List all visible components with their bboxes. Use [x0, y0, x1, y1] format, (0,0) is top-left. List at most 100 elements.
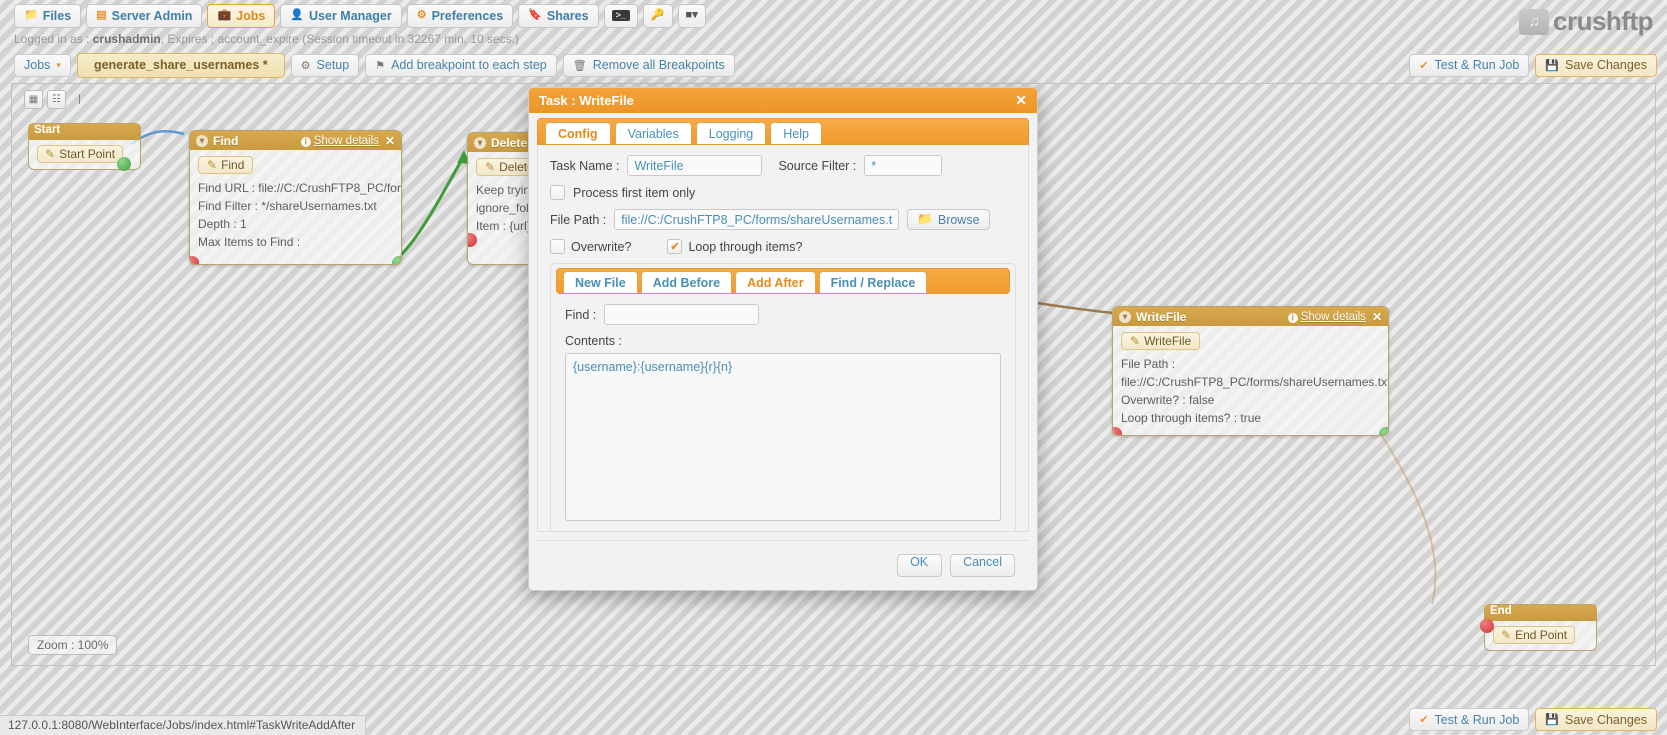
nav-item-files[interactable]: 📁 Files [14, 3, 82, 28]
setup-button[interactable]: ⚙ Setup [290, 53, 360, 77]
server-icon: ▤ [96, 9, 107, 21]
node-chip[interactable]: ✎ Start Point [37, 145, 124, 163]
source-filter-input[interactable] [864, 155, 943, 176]
find-input[interactable] [604, 304, 760, 325]
process-first-checkbox[interactable] [550, 185, 565, 200]
node-title: Start [34, 124, 61, 136]
dialog-titlebar[interactable]: Task : WriteFile ✕ [529, 88, 1037, 113]
jobs-icon: 💼 [217, 9, 232, 21]
bottom-save-changes-button[interactable]: 💾 Save Changes [1535, 708, 1657, 731]
mode-tab-add-after[interactable]: Add After [735, 271, 816, 293]
flow-node-start[interactable]: Start ✎ Start Point [28, 123, 141, 171]
show-details-label: Show details [313, 134, 379, 147]
collapse-icon[interactable]: ▾ [1119, 310, 1131, 323]
node-chip[interactable]: ✎ End Point [1493, 626, 1576, 644]
gear-icon: ⚙ [300, 59, 311, 72]
tab-help[interactable]: Help [770, 122, 822, 144]
test-run-job-label: Test & Run Job [1434, 58, 1520, 72]
mode-tab-find-replace[interactable]: Find / Replace [818, 271, 928, 293]
close-icon[interactable]: ✕ [385, 134, 395, 148]
write-mode-group: New File Add Before Add After Find / Rep… [550, 263, 1016, 531]
nav-item-label: Jobs [236, 8, 266, 23]
contents-textarea[interactable] [565, 353, 1001, 521]
overwrite-checkbox[interactable] [550, 239, 565, 254]
node-output-port[interactable] [1379, 427, 1388, 435]
test-run-job-button[interactable]: ✔ Test & Run Job [1409, 53, 1530, 77]
nav-item-jobs[interactable]: 💼 Jobs [207, 3, 276, 28]
node-chip-label: End Point [1515, 628, 1568, 642]
browse-button[interactable]: 📁 Browse [907, 209, 990, 230]
node-detail-row: Depth : 1 [198, 217, 247, 231]
source-filter-label: Source Filter : [778, 158, 857, 173]
terminal-button[interactable]: >_ [603, 3, 638, 28]
crushftp-logo: ♫ crushftp [1519, 6, 1654, 37]
chevron-down-icon: ▾ [56, 59, 61, 70]
save-changes-label: Save Changes [1564, 58, 1647, 72]
collapse-icon[interactable]: ▾ [474, 136, 486, 149]
nav-item-label: User Manager [309, 8, 392, 23]
mode-tab-new-file[interactable]: New File [563, 271, 638, 293]
save-changes-button[interactable]: 💾 Save Changes [1535, 53, 1657, 77]
close-icon[interactable]: ✕ [1372, 310, 1382, 324]
ok-label: OK [910, 555, 929, 569]
current-job-label: generate_share_usernames * [93, 58, 268, 72]
mode-tab-add-before[interactable]: Add Before [640, 271, 733, 293]
flow-node-end[interactable]: End ✎ End Point [1480, 604, 1597, 651]
file-path-row: File Path : 📁 Browse [550, 209, 1016, 230]
info-icon: i [300, 136, 311, 147]
tab-logging[interactable]: Logging [695, 122, 767, 144]
file-path-input[interactable] [614, 209, 900, 230]
tab-config[interactable]: Config [545, 122, 611, 144]
find-row: Find : [565, 304, 1001, 325]
node-header: ▾ WriteFile i Show details ✕ [1113, 307, 1388, 326]
cancel-button[interactable]: Cancel [950, 554, 1015, 577]
bottom-test-run-job-button[interactable]: ✔ Test & Run Job [1409, 708, 1530, 731]
nav-item-server-admin[interactable]: ▤ Server Admin [86, 3, 203, 28]
flow-node-find[interactable]: ▾ Find i Show details ✕ ✎ Find Find URL :… [189, 130, 402, 265]
folder-open-icon: 📁 [917, 212, 933, 226]
node-input-port[interactable] [1480, 619, 1494, 633]
task-dialog[interactable]: Task : WriteFile ✕ Config Variables Logg… [528, 87, 1038, 591]
add-breakpoints-button[interactable]: ⚑ Add breakpoint to each step [365, 53, 557, 77]
add-breakpoints-label: Add breakpoint to each step [391, 58, 547, 72]
task-name-row: Task Name : Source Filter : [550, 155, 1016, 176]
node-detail-row: Find Filter : */shareUsernames.txt [198, 199, 377, 213]
node-input-port[interactable] [468, 233, 477, 247]
process-first-label: Process first item only [573, 185, 696, 200]
tab-label: Help [783, 126, 809, 141]
loop-through-items-checkbox[interactable] [667, 239, 683, 254]
nav-item-shares[interactable]: 🔖 Shares [518, 3, 599, 28]
file-path-label: File Path : [550, 212, 607, 227]
nav-item-user-manager[interactable]: 👤 User Manager [280, 3, 402, 28]
logout-menu-button[interactable]: ■▾ [677, 3, 706, 28]
folder-icon: 📁 [24, 9, 38, 21]
show-details-link[interactable]: i Show details [1287, 311, 1366, 323]
current-job-tab[interactable]: generate_share_usernames * [76, 52, 285, 78]
play-circle-icon: ✔ [1419, 714, 1429, 726]
node-chip[interactable]: ✎ Find [198, 156, 254, 174]
session-prefix: Logged in as : [14, 32, 90, 46]
layout-icon[interactable]: ☷ [47, 90, 66, 109]
close-icon[interactable]: ✕ [1015, 92, 1027, 109]
config-panel: Task Name : Source Filter : Process firs… [537, 145, 1029, 532]
save-icon: 💾 [1545, 59, 1559, 72]
ok-button[interactable]: OK [897, 554, 943, 577]
tab-variables[interactable]: Variables [614, 122, 692, 144]
node-title: Delete [491, 135, 528, 150]
task-name-input[interactable] [627, 155, 763, 176]
process-first-row: Process first item only [550, 185, 1016, 200]
flow-node-writefile[interactable]: ▾ WriteFile i Show details ✕ ✎ WriteFile … [1112, 306, 1389, 436]
nav-item-preferences[interactable]: ⚙ Preferences [406, 3, 514, 28]
show-details-link[interactable]: i Show details [300, 134, 379, 147]
dialog-title-label: Task : WriteFile [539, 93, 634, 108]
grid-icon[interactable]: ▦ [24, 90, 43, 109]
remove-breakpoints-button[interactable]: 🗑 Remove all Breakpoints [562, 53, 735, 77]
session-user: crushadmin [92, 32, 161, 46]
node-output-port[interactable] [392, 256, 401, 264]
mode-tab-label: Add Before [652, 275, 721, 290]
node-chip[interactable]: ✎ WriteFile [1121, 332, 1201, 350]
node-output-port[interactable] [117, 157, 131, 171]
collapse-icon[interactable]: ▾ [196, 134, 208, 147]
key-button[interactable]: 🔑 [642, 3, 673, 28]
jobs-menu-button[interactable]: Jobs ▾ [14, 53, 71, 77]
